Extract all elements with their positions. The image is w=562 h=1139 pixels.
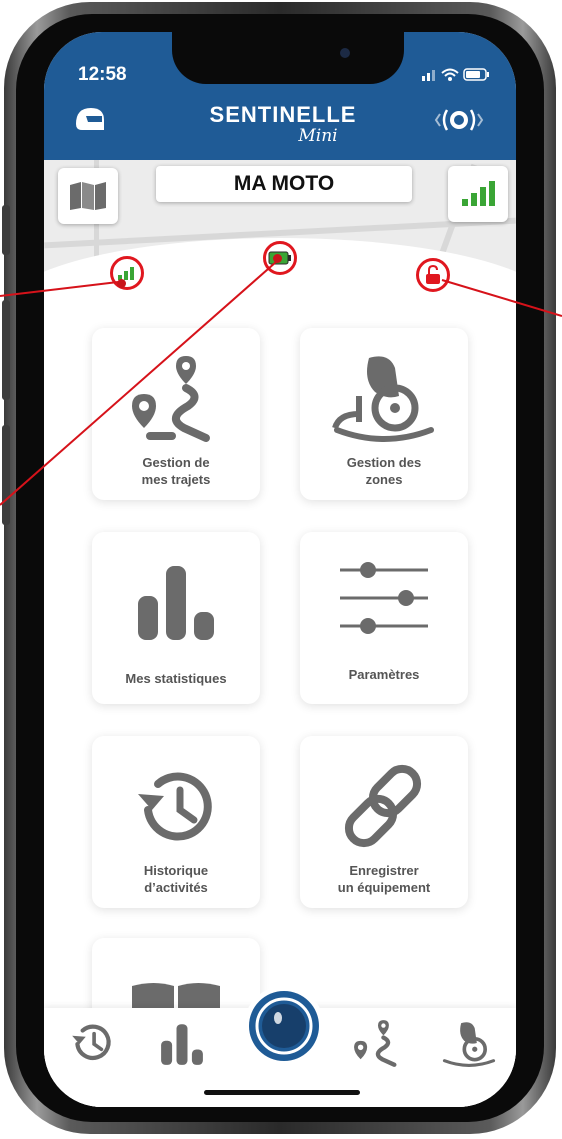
signal-strength-icon: [462, 181, 495, 206]
status-time: 12:58: [78, 64, 127, 85]
tile-parametres[interactable]: Paramètres: [300, 532, 468, 704]
tile-icon-container: [92, 552, 260, 652]
status-icons: [422, 66, 492, 85]
status-dot: [117, 279, 126, 288]
tile-mes-statistiques[interactable]: Mes statistiques: [92, 532, 260, 704]
tile-enregistrer-equipement[interactable]: Enregistrer un équipement: [300, 736, 468, 908]
moto-zone-icon[interactable]: [440, 1020, 498, 1068]
tile-label: Paramètres: [348, 667, 420, 682]
lock-indicator[interactable]: [416, 258, 450, 292]
brand-title: SENTINELLE: [209, 102, 357, 127]
brand-subtitle: Mini: [298, 126, 338, 146]
tile-icon-container: [300, 756, 468, 856]
vehicle-name[interactable]: MA MOTO: [156, 166, 412, 202]
side-button: [2, 205, 10, 255]
app-header: 12:58 SENTINELLE Mini: [44, 32, 516, 160]
tile-label: Gestion des zones: [346, 455, 422, 487]
moto-zone-icon: [332, 356, 434, 442]
sliders-icon: [340, 562, 428, 634]
tile-label: Mes statistiques: [125, 671, 227, 686]
tile-gestion-trajets[interactable]: Gestion de mes trajets: [92, 328, 260, 500]
signal-strength-button[interactable]: [448, 166, 508, 222]
chain-link-icon: [344, 764, 422, 848]
gsm-signal-indicator[interactable]: [110, 256, 144, 290]
route-pin-icon[interactable]: [350, 1018, 406, 1068]
status-dot: [273, 254, 282, 263]
brand-logo: SENTINELLE Mini: [198, 102, 368, 146]
side-button: [2, 425, 10, 525]
history-clock-icon: [138, 772, 212, 841]
tile-icon-container: [300, 548, 468, 648]
battery-indicator[interactable]: [263, 241, 297, 275]
route-pin-icon: [132, 356, 210, 442]
camera: [340, 48, 350, 58]
notch: [172, 32, 404, 84]
tile-icon-container: [92, 348, 260, 448]
helmet-icon[interactable]: [74, 106, 106, 134]
map-icon: [70, 182, 106, 210]
unlocked-padlock-icon: [426, 265, 440, 284]
helmet-center-icon: [249, 991, 319, 1061]
tile-gestion-zones[interactable]: Gestion des zones: [300, 328, 468, 500]
bottom-tab-bar: [44, 986, 516, 1107]
center-action-button[interactable]: [244, 986, 324, 1066]
bar-chart-icon: [138, 566, 214, 640]
cell-wifi-battery-icon: [422, 68, 489, 81]
map-layers-button[interactable]: [58, 168, 118, 224]
tile-historique-activites[interactable]: Historique d’activités: [92, 736, 260, 908]
tile-label: Historique d’activités: [143, 863, 209, 895]
signal-emitter-icon[interactable]: [430, 102, 488, 138]
tile-icon-container: [300, 348, 468, 448]
tile-label: Enregistrer un équipement: [337, 863, 431, 895]
home-indicator: [204, 1090, 360, 1095]
bar-chart-icon[interactable]: [154, 1022, 210, 1066]
side-button: [2, 300, 10, 400]
tile-label: Gestion de mes trajets: [141, 455, 211, 487]
history-clock-icon[interactable]: [64, 1018, 120, 1066]
tile-icon-container: [92, 756, 260, 856]
app-screen: 12:58 SENTINELLE Mini MA MOTO Gestion de…: [44, 32, 516, 1107]
